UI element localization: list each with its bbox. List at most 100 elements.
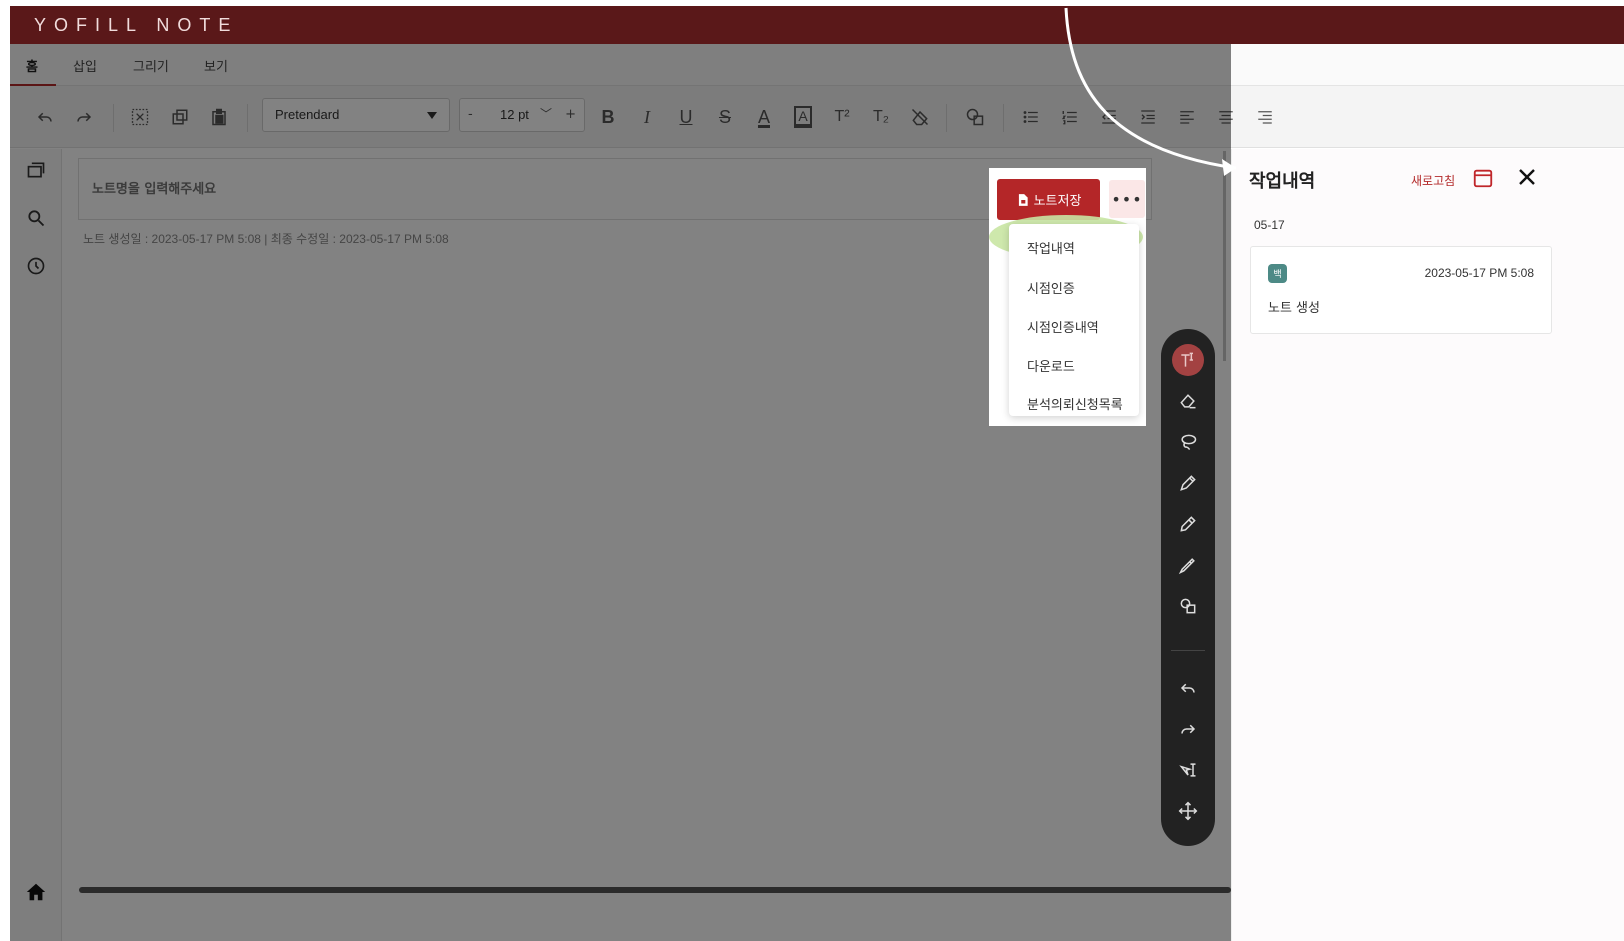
- align-right-icon: [1258, 111, 1272, 124]
- move-tool-button[interactable]: [1172, 795, 1204, 827]
- tab-view[interactable]: 보기: [204, 56, 228, 75]
- highlight-color-label: A: [794, 106, 812, 128]
- bold-button[interactable]: B: [593, 102, 623, 132]
- dropdown-caret-icon: [427, 112, 437, 119]
- home-icon: [26, 883, 46, 901]
- windows-icon: [27, 162, 45, 178]
- pen-tool-button[interactable]: [1172, 467, 1204, 499]
- toolbar-divider: [113, 104, 114, 132]
- italic-button[interactable]: I: [632, 102, 662, 132]
- left-sidebar: [10, 149, 62, 941]
- shapes-button[interactable]: [960, 102, 990, 132]
- align-right-button[interactable]: [1250, 102, 1280, 132]
- refresh-button[interactable]: 새로고침: [1411, 172, 1455, 189]
- tab-draw[interactable]: 그리기: [133, 56, 169, 75]
- indent-icon: [1141, 110, 1155, 124]
- menu-item-work-history[interactable]: 작업내역: [1027, 238, 1075, 257]
- file-save-icon: [1018, 193, 1028, 206]
- highlighter-tool-button[interactable]: [1172, 549, 1204, 581]
- note-meta-dates: 노트 생성일 : 2023-05-17 PM 5:08 | 최종 수정일 : 2…: [83, 232, 449, 246]
- work-history-panel: 작업내역 새로고침 05-17 백 2023-05-17 PM 5:08 노트 …: [1231, 149, 1624, 941]
- undo-icon: [37, 112, 52, 122]
- pencil-tool-button[interactable]: [1172, 508, 1204, 540]
- history-button[interactable]: [22, 252, 50, 280]
- eraser-tool-button[interactable]: [1172, 385, 1204, 417]
- calendar-button[interactable]: [1472, 167, 1494, 189]
- font-size-stepper[interactable]: - 12 pt ﹀ +: [459, 98, 585, 132]
- bullet-list-icon: [1023, 111, 1038, 123]
- cut-button[interactable]: [125, 102, 155, 132]
- bullet-list-button[interactable]: [1016, 102, 1046, 132]
- font-size-decrease[interactable]: -: [468, 107, 473, 122]
- superscript-button[interactable]: T²: [827, 102, 857, 132]
- subscript-button[interactable]: T₂: [866, 102, 896, 132]
- drawing-toolbar-divider: [1171, 650, 1205, 651]
- eraser-icon: [1180, 394, 1196, 409]
- align-center-button[interactable]: [1211, 102, 1241, 132]
- pencil-icon: [1180, 516, 1196, 532]
- shape-tool-button[interactable]: [1172, 590, 1204, 622]
- paste-button[interactable]: [204, 102, 234, 132]
- undo-button[interactable]: [30, 102, 60, 132]
- lasso-icon: [1181, 434, 1197, 451]
- history-entry-badge: 백: [1268, 264, 1287, 283]
- lasso-tool-button[interactable]: [1172, 426, 1204, 458]
- cut-icon: [131, 108, 149, 126]
- notes-list-button[interactable]: [22, 156, 50, 184]
- toolbar-divider: [1003, 104, 1004, 132]
- app-window: YOFILL NOTE 홈 삽입 그리기 보기 Pretendard - 12 …: [10, 6, 1624, 941]
- drawing-toolbar: [1161, 329, 1215, 846]
- font-size-increase[interactable]: +: [565, 107, 576, 122]
- align-left-button[interactable]: [1172, 102, 1202, 132]
- menu-tabs: 홈 삽입 그리기 보기: [10, 44, 1624, 87]
- clock-icon: [27, 257, 45, 275]
- history-entry-time: 2023-05-17 PM 5:08: [1424, 266, 1534, 280]
- draw-redo-button[interactable]: [1172, 713, 1204, 745]
- search-button[interactable]: [22, 204, 50, 232]
- horizontal-scrollbar[interactable]: [79, 887, 1231, 893]
- vertical-scrollbar[interactable]: [1223, 151, 1226, 361]
- font-size-value: 12 pt: [500, 107, 529, 122]
- highlight-color-button[interactable]: A: [788, 102, 818, 132]
- font-color-button[interactable]: A: [749, 102, 779, 132]
- menu-item-analysis-requests[interactable]: 분석의뢰신청목록: [1027, 394, 1123, 413]
- date-group-label: 05-17: [1254, 218, 1285, 232]
- pen-icon: [1180, 475, 1196, 491]
- align-left-icon: [1180, 111, 1194, 124]
- tab-home[interactable]: 홈: [26, 56, 38, 75]
- clear-format-button[interactable]: [905, 102, 935, 132]
- shapes-icon: [966, 108, 984, 126]
- numbered-list-button[interactable]: [1055, 102, 1085, 132]
- menu-item-download[interactable]: 다운로드: [1027, 356, 1075, 375]
- strikethrough-button[interactable]: S: [710, 102, 740, 132]
- font-family-select[interactable]: Pretendard: [262, 98, 450, 132]
- menu-item-timestamp-history[interactable]: 시점인증내역: [1027, 317, 1099, 336]
- close-icon: [1519, 169, 1535, 185]
- select-text-tool-button[interactable]: [1172, 754, 1204, 786]
- draw-undo-button[interactable]: [1172, 672, 1204, 704]
- close-panel-button[interactable]: [1515, 165, 1539, 189]
- toolbar-divider: [247, 104, 248, 132]
- numbered-list-icon: [1061, 111, 1077, 125]
- text-cursor-icon: [1181, 352, 1193, 367]
- tab-insert[interactable]: 삽입: [73, 56, 97, 75]
- menu-item-timestamp[interactable]: 시점인증: [1027, 278, 1075, 297]
- home-button[interactable]: [22, 878, 50, 906]
- chevron-down-icon[interactable]: ﹀: [540, 105, 552, 122]
- toolbar-divider: [946, 104, 947, 132]
- underline-button[interactable]: U: [671, 102, 701, 132]
- highlighter-icon: [1178, 558, 1195, 575]
- text-tool-button[interactable]: [1172, 344, 1204, 376]
- cursor-text-icon: [1179, 763, 1196, 777]
- app-title: YOFILL NOTE: [34, 15, 239, 35]
- save-note-button[interactable]: 노트저장: [997, 179, 1100, 220]
- clipboard-icon: [212, 108, 226, 126]
- indent-button[interactable]: [1133, 102, 1163, 132]
- more-options-menu: 작업내역 시점인증 시점인증내역 다운로드 분석의뢰신청목록: [1009, 224, 1139, 416]
- redo-button[interactable]: [69, 102, 99, 132]
- outdent-icon: [1102, 110, 1116, 124]
- copy-button[interactable]: [165, 102, 195, 132]
- outdent-button[interactable]: [1094, 102, 1124, 132]
- history-entry[interactable]: 백 2023-05-17 PM 5:08 노트 생성: [1250, 246, 1552, 334]
- more-options-button[interactable]: •••: [1109, 180, 1145, 218]
